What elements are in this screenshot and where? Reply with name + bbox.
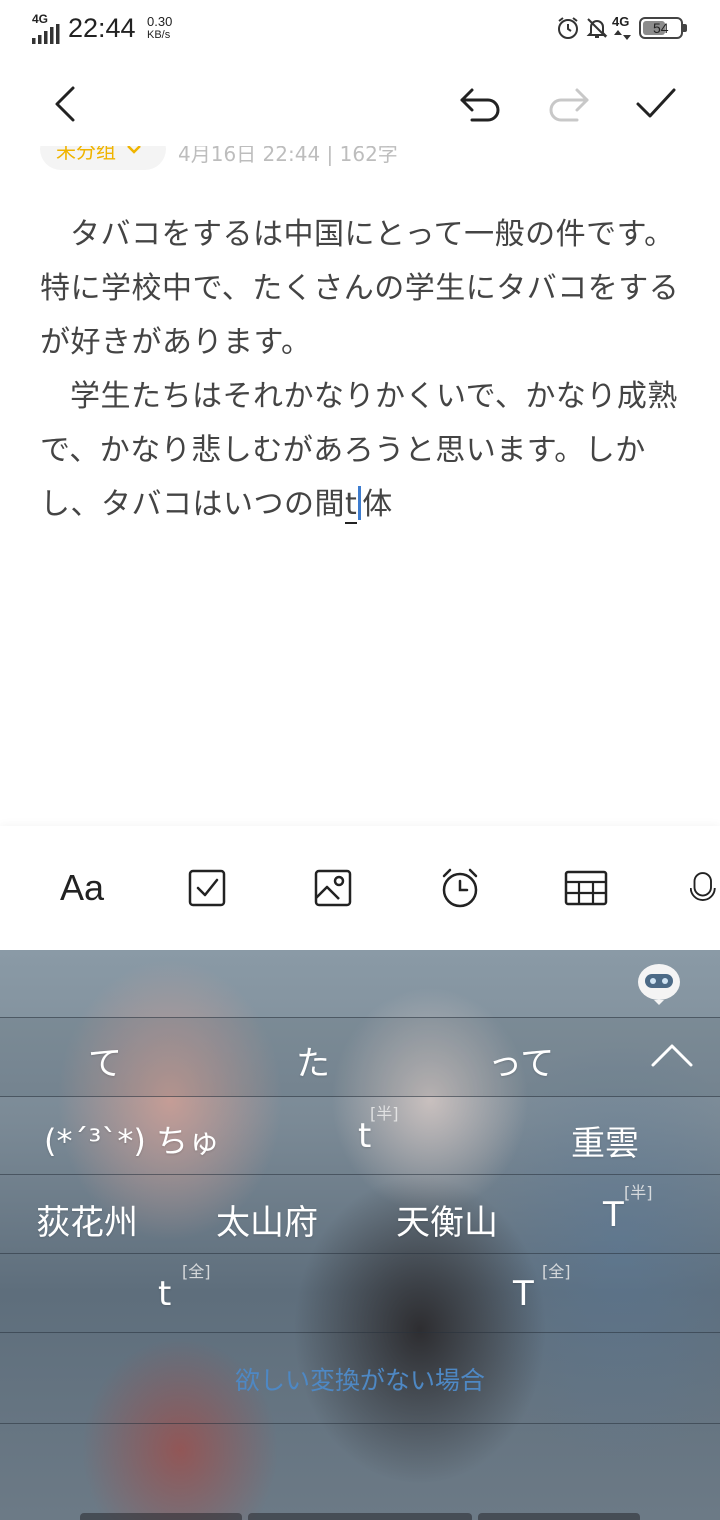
candidate-row-4: t [全] T [全] bbox=[0, 1254, 720, 1333]
network-type-right: 4G bbox=[612, 14, 630, 29]
candidate-row-1: て た って bbox=[0, 1017, 720, 1097]
candidate-row-2: (*´³`*) ちゅ t [半] 重雲 bbox=[0, 1096, 720, 1175]
note-paragraph: タバコをするは中国にとって一般の件です。特に学校中で、たくさんの学生にタバコをす… bbox=[40, 217, 680, 360]
alarm-clock-icon bbox=[442, 868, 478, 908]
text-style-label: Aa bbox=[59, 867, 105, 908]
half-width-tag: [半] bbox=[624, 1183, 653, 1202]
insert-table-button[interactable] bbox=[562, 862, 610, 914]
full-width-tag: [全] bbox=[542, 1262, 571, 1281]
checkbox-icon bbox=[188, 869, 226, 907]
format-toolbar: Aa bbox=[0, 826, 720, 950]
microphone-icon bbox=[690, 872, 716, 901]
candidate[interactable]: って bbox=[488, 1036, 554, 1085]
candidate-row-3: 荻花州 太山府 天衡山 T [半] bbox=[0, 1175, 720, 1254]
header-mask bbox=[0, 130, 720, 146]
note-paragraph: 学生たちはそれかなりかくいで、かなり成熟で、かなり悲しむがあろうと思います。しか… bbox=[40, 370, 685, 532]
note-editor[interactable]: タバコをするは中国にとって一般の件です。特に学校中で、たくさんの学生にタバコをす… bbox=[40, 208, 685, 532]
half-width-tag: [半] bbox=[370, 1104, 399, 1123]
candidate[interactable]: t bbox=[158, 1274, 171, 1314]
chevron-up-icon[interactable] bbox=[650, 1042, 694, 1068]
signal-icon: 4G bbox=[30, 12, 60, 44]
undo-button[interactable] bbox=[455, 78, 507, 130]
note-text: 体 bbox=[362, 487, 393, 522]
composing-text: t bbox=[345, 487, 358, 524]
candidate[interactable]: 天衡山 bbox=[396, 1195, 498, 1244]
alarm-icon bbox=[558, 17, 578, 39]
net-speed-unit: KB/s bbox=[147, 29, 171, 41]
redo-icon bbox=[549, 88, 589, 122]
ime-keyboard: て た って (*´³`*) ちゅ t [半] 重雲 荻花州 太山府 天衡山 T… bbox=[0, 950, 720, 1520]
image-icon bbox=[314, 869, 352, 907]
candidate[interactable]: T bbox=[603, 1195, 624, 1235]
net-speed-value: 0.30 bbox=[147, 14, 173, 29]
battery-icon: 54 bbox=[639, 17, 687, 39]
candidate[interactable]: 太山府 bbox=[216, 1195, 318, 1244]
reminder-button[interactable] bbox=[434, 862, 486, 914]
no-conversion-link[interactable]: 欲しい変換がない場合 bbox=[0, 1361, 720, 1397]
status-bar: 4G 22:44 0.30 KB/s 4G 54 bbox=[0, 0, 720, 56]
candidate[interactable]: 重雲 bbox=[571, 1116, 639, 1165]
candidate[interactable]: て bbox=[88, 1036, 122, 1085]
checklist-button[interactable] bbox=[182, 862, 232, 914]
chevron-left-icon bbox=[55, 86, 75, 122]
key-row-partial bbox=[80, 1513, 640, 1520]
candidate[interactable]: た bbox=[296, 1036, 330, 1085]
robot-icon[interactable] bbox=[636, 962, 682, 1006]
voice-input-button[interactable] bbox=[690, 862, 720, 914]
check-icon bbox=[636, 88, 676, 118]
back-button[interactable] bbox=[40, 78, 90, 130]
bell-off-icon bbox=[586, 18, 608, 38]
undo-icon bbox=[460, 88, 500, 122]
text-style-button[interactable]: Aa bbox=[52, 862, 112, 914]
confirm-button[interactable] bbox=[630, 78, 682, 130]
clock: 22:44 bbox=[68, 13, 136, 43]
text-caret bbox=[358, 486, 362, 520]
full-width-tag: [全] bbox=[182, 1262, 211, 1281]
battery-level: 54 bbox=[653, 20, 669, 36]
insert-image-button[interactable] bbox=[308, 862, 358, 914]
data-arrows-icon bbox=[614, 30, 631, 40]
redo-button[interactable] bbox=[542, 78, 594, 130]
candidate[interactable]: (*´³`*) ちゅ bbox=[44, 1116, 220, 1162]
candidate[interactable]: T bbox=[513, 1274, 534, 1314]
no-conversion-row: 欲しい変換がない場合 bbox=[0, 1333, 720, 1424]
table-icon bbox=[564, 870, 608, 906]
candidate[interactable]: 荻花州 bbox=[36, 1195, 138, 1244]
